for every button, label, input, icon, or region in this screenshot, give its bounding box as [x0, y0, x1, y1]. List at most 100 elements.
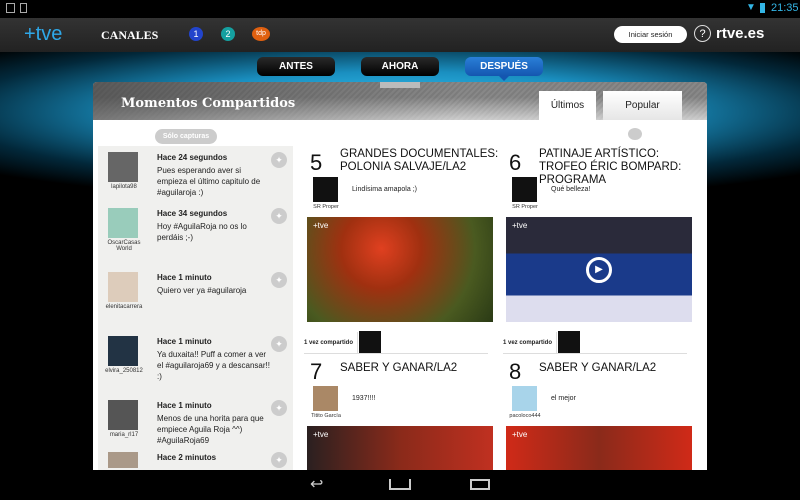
recents-icon[interactable] — [470, 479, 490, 490]
tab-antes[interactable]: ANTES — [257, 57, 335, 76]
canales-label[interactable]: CANALES — [101, 28, 158, 43]
tweet-item: elvira_250812 Hace 1 minuto Ya duxaita!! P… — [103, 334, 293, 398]
moment-card[interactable]: 8 SABER Y GANAR/LA2 pacoloco444 el mejor… — [503, 357, 693, 470]
status-bar: ▼ 21:35 — [0, 0, 800, 18]
tab-despues[interactable]: DESPUÉS — [465, 57, 543, 76]
card-user[interactable]: Titito García — [306, 413, 346, 419]
moment-card[interactable]: 5 GRANDES DOCUMENTALES: POLONIA SALVAJE/… — [304, 148, 498, 354]
moment-card[interactable]: 7 SABER Y GANAR/LA2 Titito García 1937!!… — [304, 357, 494, 470]
tweet-time: Hace 2 minutos — [157, 453, 217, 462]
tweet-time: Hace 34 segundos — [157, 209, 228, 218]
card-rank: 7 — [310, 359, 323, 384]
tweet-text: Pues esperando aver si empieza el último… — [157, 166, 261, 197]
card-rank: 5 — [310, 150, 323, 175]
tweet-time: Hace 1 minuto — [157, 401, 212, 410]
clock: 21:35 — [771, 2, 799, 14]
play-icon[interactable]: ▶ — [586, 257, 612, 283]
back-icon[interactable]: ↩ — [310, 474, 323, 494]
thumbnail-logo: +tve — [313, 221, 329, 230]
card-thumbnail[interactable]: +tve — [307, 426, 493, 470]
card-title[interactable]: GRANDES DOCUMENTALES: POLONIA SALVAJE/LA… — [340, 148, 500, 174]
card-title[interactable]: SABER Y GANAR/LA2 — [539, 362, 699, 375]
wifi-icon: ▼ — [746, 2, 756, 13]
tweet-text: Quiero ver ya #aguilaroja — [157, 286, 247, 295]
drag-handle[interactable] — [380, 82, 420, 88]
avatar — [108, 400, 138, 430]
battery-icon — [760, 3, 765, 13]
screenshot-icon[interactable] — [628, 128, 642, 140]
tweet-item: elenitacarrera Hace 1 minuto Quiero ver ya… — [103, 270, 293, 334]
share-count: 1 vez compartido — [304, 332, 358, 354]
tweet-user[interactable]: OscarCasas World — [103, 240, 145, 252]
tweet-time: Hace 24 segundos — [157, 153, 228, 162]
twitter-icon[interactable]: ✦ — [271, 452, 287, 468]
tab-ultimos[interactable]: Últimos — [539, 91, 596, 120]
share-count: 1 vez compartido — [503, 332, 557, 354]
tweet-user[interactable]: maria_rl17 — [103, 432, 145, 438]
twitter-icon[interactable]: ✦ — [271, 272, 287, 288]
card-comment: Qué belleza! — [551, 186, 591, 193]
card-user[interactable]: pacoloco444 — [505, 413, 545, 419]
channel-la1[interactable]: 1 — [189, 27, 203, 41]
rtve-logo[interactable]: rtve.es — [716, 25, 764, 42]
tweet-text: Menos de una horita para que empiece Agu… — [157, 414, 264, 445]
avatar — [108, 336, 138, 366]
thumbnail-logo: +tve — [313, 430, 329, 439]
avatar — [108, 152, 138, 182]
card-comment: el mejor — [551, 395, 576, 402]
login-button[interactable]: Iniciar sesión — [614, 26, 687, 43]
card-title[interactable]: PATINAJE ARTÍSTICO: TROFEO ÉRIC BOMPARD:… — [539, 148, 699, 187]
sharer-avatar[interactable] — [359, 331, 381, 353]
channel-la2[interactable]: 2 — [221, 27, 235, 41]
divider — [304, 353, 488, 354]
twitter-icon[interactable]: ✦ — [271, 208, 287, 224]
app-header: +tve CANALES 1 2 tdp Iniciar sesión ? rt… — [0, 18, 800, 52]
download-icon — [20, 3, 27, 13]
avatar — [108, 272, 138, 302]
card-comment: 1937!!!! — [352, 395, 376, 402]
twitter-icon[interactable]: ✦ — [271, 400, 287, 416]
tweet-user[interactable]: elvira_250812 — [103, 368, 145, 374]
help-icon[interactable]: ? — [694, 25, 711, 42]
card-rank: 6 — [509, 150, 522, 175]
tweet-text: Hoy #AguilaRoja no os lo perdáis ;-) — [157, 222, 247, 242]
tab-ahora[interactable]: AHORA — [361, 57, 439, 76]
tab-popular[interactable]: Popular — [603, 91, 682, 120]
tweet-item: OscarCasas World Hace 34 segundos Hoy #Agu… — [103, 206, 293, 270]
panel-title: Momentos Compartidos — [121, 96, 296, 111]
tweet-text: Ya duxaita!! Puff a comer a ver el #agui… — [157, 350, 270, 381]
card-user[interactable]: SR Proper — [505, 204, 545, 210]
twitter-icon[interactable]: ✦ — [271, 152, 287, 168]
tweet-user[interactable]: lapilota98 — [103, 184, 145, 190]
channel-tdp[interactable]: tdp — [252, 27, 270, 41]
tweet-time: Hace 1 minuto — [157, 337, 212, 346]
card-thumbnail[interactable]: +tve ▶ — [506, 217, 692, 322]
avatar — [313, 177, 338, 202]
card-user[interactable]: SR Proper — [306, 204, 346, 210]
thumbnail-logo: +tve — [512, 221, 528, 230]
tve-logo[interactable]: +tve — [24, 23, 62, 46]
only-captures-filter[interactable]: Sólo capturas — [155, 129, 217, 144]
avatar — [313, 386, 338, 411]
card-thumbnail[interactable]: +tve — [307, 217, 493, 322]
sharer-avatar[interactable] — [558, 331, 580, 353]
avatar — [108, 208, 138, 238]
thumbnail-logo: +tve — [512, 430, 528, 439]
shared-moments-panel: Momentos Compartidos Últimos Popular Sól… — [93, 82, 707, 470]
card-thumbnail[interactable]: +tve — [506, 426, 692, 470]
card-title[interactable]: SABER Y GANAR/LA2 — [340, 362, 500, 375]
gallery-icon — [6, 3, 15, 13]
tweet-item: Hace 2 minutos ✦ — [103, 450, 293, 468]
moment-card[interactable]: 6 PATINAJE ARTÍSTICO: TROFEO ÉRIC BOMPAR… — [503, 148, 693, 354]
tweet-time: Hace 1 minuto — [157, 273, 212, 282]
tweet-list[interactable]: lapilota98 Hace 24 segundos Pues esperando… — [98, 146, 293, 470]
system-nav-bar: ↩ — [0, 470, 800, 500]
tweet-user[interactable]: elenitacarrera — [103, 304, 145, 310]
avatar — [512, 386, 537, 411]
twitter-icon[interactable]: ✦ — [271, 336, 287, 352]
home-icon[interactable] — [389, 479, 411, 490]
tweet-item: lapilota98 Hace 24 segundos Pues esperando… — [103, 150, 293, 214]
divider — [503, 353, 687, 354]
avatar — [512, 177, 537, 202]
avatar — [108, 452, 138, 468]
